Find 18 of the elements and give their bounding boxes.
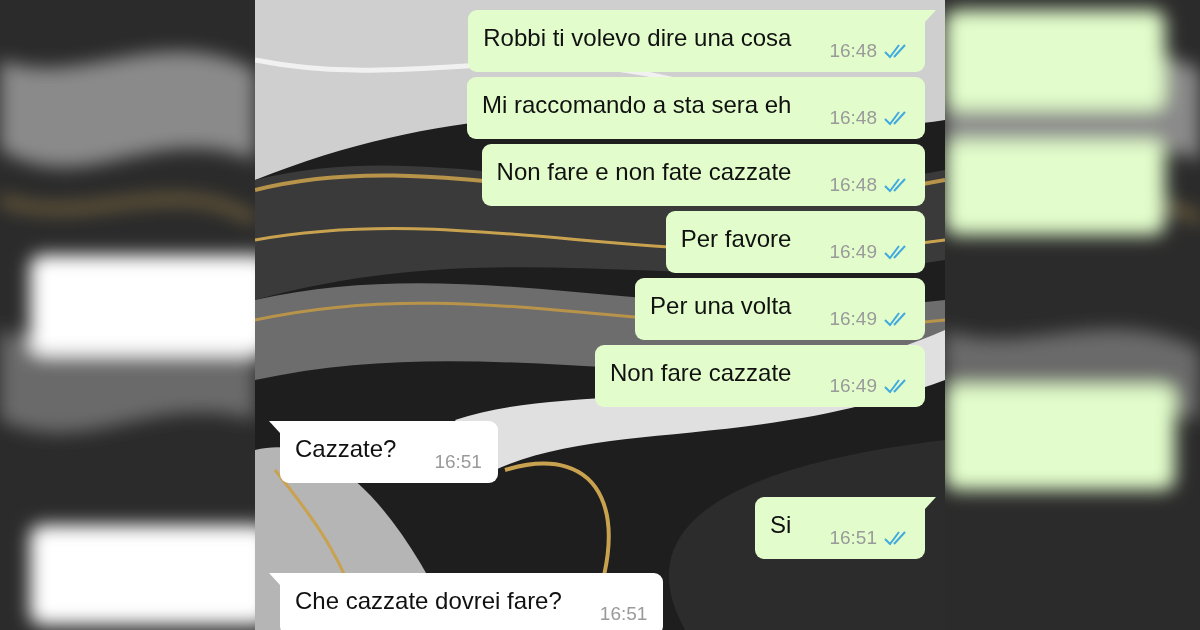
message-text: Non fare e non fate cazzate	[496, 158, 792, 186]
message-time: 16:48	[829, 40, 877, 62]
message-time: 16:51	[829, 527, 877, 549]
message-text: Mi raccomando a sta sera eh	[481, 91, 792, 119]
message-time: 16:51	[599, 603, 648, 625]
message-text: Non fare cazzate	[610, 359, 792, 387]
message-text: Robbi ti volevo dire una cosa	[483, 24, 792, 52]
message-time: 16:51	[434, 451, 482, 473]
message-time: 16:49	[829, 308, 877, 330]
message-time: 16:48	[829, 107, 877, 129]
message-time: 16:48	[829, 174, 877, 196]
message-text: Per favore	[680, 225, 792, 253]
message-text: Per una volta	[650, 292, 792, 320]
message-text: Che cazzate dovrei fare?	[295, 587, 562, 615]
message-text: Cazzate?	[295, 435, 397, 463]
message-time: 16:49	[829, 375, 877, 397]
message-text: Si	[770, 511, 792, 539]
message-time: 16:49	[829, 241, 877, 263]
